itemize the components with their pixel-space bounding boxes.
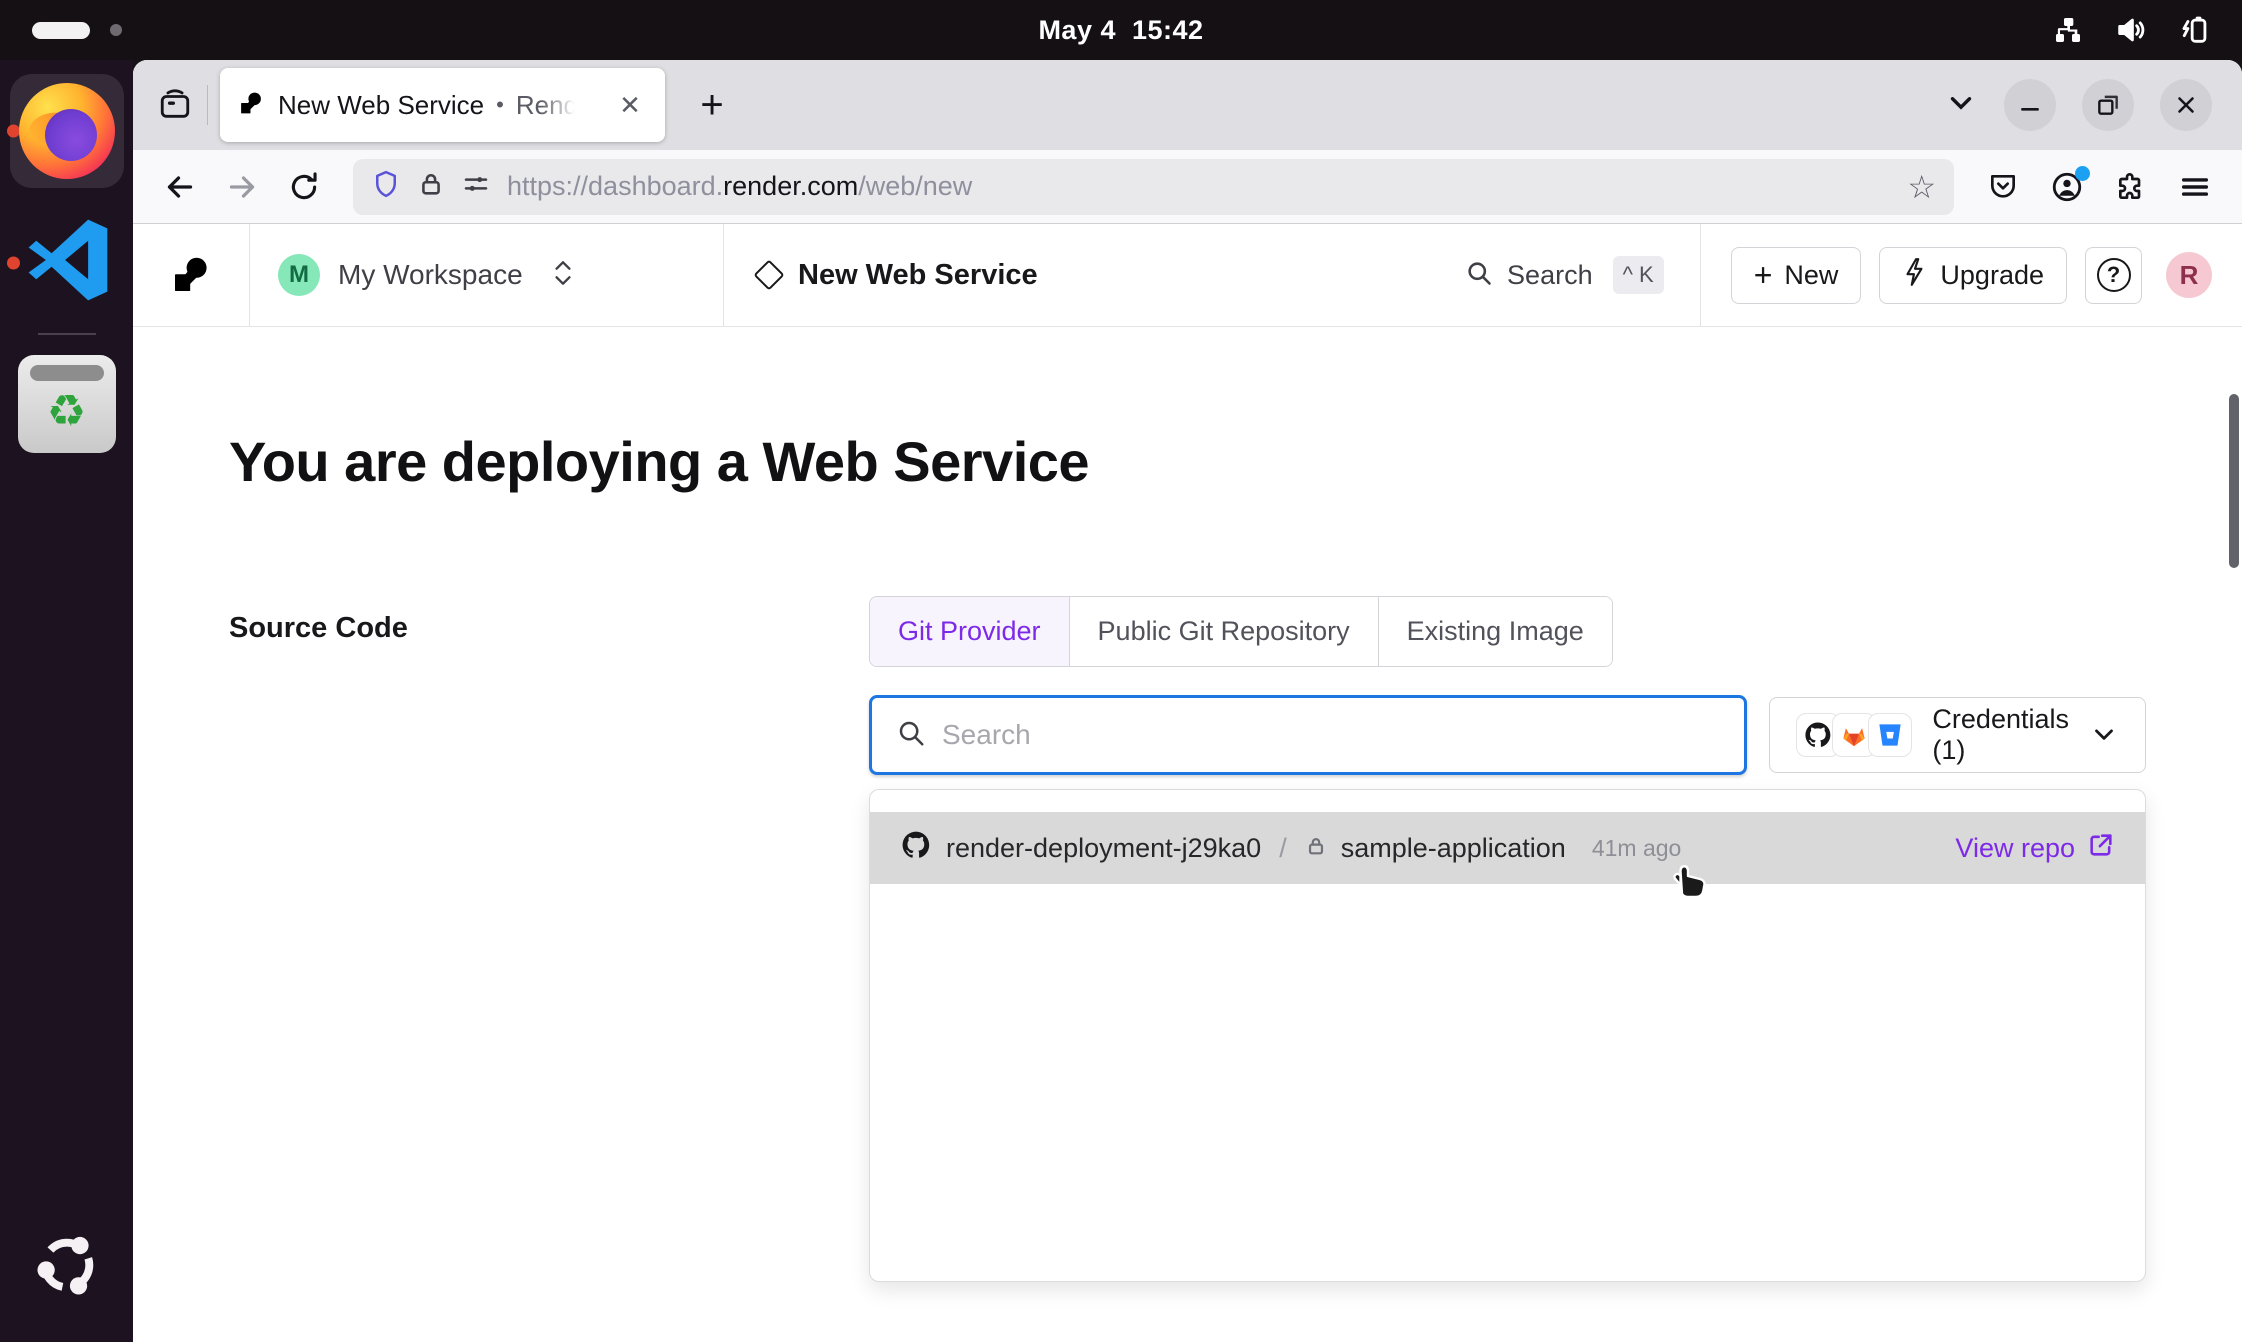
- workspace-avatar: M: [278, 254, 320, 296]
- search-label: Search: [1507, 260, 1593, 291]
- render-app-header: M My Workspace New Web Service Search: [133, 224, 2242, 327]
- active-tab[interactable]: New Web Service • Rend ✕: [220, 68, 665, 142]
- repo-owner: render-deployment-j29ka0: [946, 833, 1261, 864]
- tab-title: New Web Service • Rend: [278, 90, 599, 121]
- system-top-bar: May 4 15:42: [0, 0, 2242, 60]
- menu-hamburger-icon[interactable]: [2168, 160, 2222, 214]
- new-button[interactable]: + New: [1731, 247, 1862, 304]
- repo-separator: /: [1279, 833, 1287, 864]
- window-close-button[interactable]: [2160, 79, 2212, 131]
- tab-git-provider[interactable]: Git Provider: [870, 597, 1070, 666]
- back-button[interactable]: [153, 160, 207, 214]
- chevron-down-icon: [2089, 719, 2119, 752]
- repo-name: sample-application: [1341, 833, 1566, 864]
- tracking-protection-shield-icon[interactable]: [371, 169, 401, 204]
- bookmark-star-icon[interactable]: ☆: [1907, 168, 1936, 206]
- recycle-glyph: ♻: [47, 390, 86, 434]
- source-type-tabs: Git Provider Public Git Repository Exist…: [869, 596, 1613, 667]
- user-avatar[interactable]: R: [2166, 252, 2212, 298]
- external-link-icon: [2087, 831, 2115, 866]
- clock-date: May 4: [1038, 15, 1116, 46]
- render-dashboard-page: M My Workspace New Web Service Search: [133, 224, 2242, 1342]
- tab-favicon-render: [238, 90, 264, 121]
- workspace-indicator[interactable]: [0, 22, 122, 39]
- permissions-icon[interactable]: [461, 169, 491, 204]
- vscode-icon: [19, 212, 115, 313]
- search-shortcut-badge: ^ K: [1613, 256, 1664, 294]
- account-notification-dot: [2075, 166, 2090, 181]
- firefox-view-button[interactable]: [149, 79, 201, 131]
- page-title: New Web Service: [798, 259, 1038, 292]
- view-repo-link[interactable]: View repo: [1955, 831, 2115, 866]
- help-icon: ?: [2097, 258, 2131, 292]
- firefox-active-background: [10, 74, 124, 188]
- list-all-tabs-icon[interactable]: [1944, 86, 1978, 125]
- page-scrollbar-thumb[interactable]: [2229, 394, 2239, 568]
- dock-item-trash[interactable]: ♻: [0, 355, 133, 453]
- dock-divider: [38, 333, 96, 335]
- app-grid-ubuntu-icon[interactable]: [31, 1229, 103, 1306]
- vscode-running-indicator: [7, 256, 20, 269]
- unfold-chevrons-icon: [551, 258, 575, 293]
- bitbucket-icon: [1868, 713, 1912, 757]
- active-workspace-pill[interactable]: [32, 22, 90, 39]
- github-icon: [900, 829, 932, 868]
- system-tray[interactable]: [2052, 13, 2242, 47]
- navigation-toolbar: https://dashboard.render.com/web/new ☆: [133, 150, 2242, 224]
- tab-separator: [207, 85, 208, 125]
- plus-icon: +: [1754, 259, 1773, 291]
- private-repo-lock-icon: [1305, 833, 1327, 864]
- search-icon: [896, 718, 926, 753]
- pocket-icon[interactable]: [1976, 160, 2030, 214]
- tab-close-icon[interactable]: ✕: [613, 88, 647, 122]
- clock[interactable]: May 4 15:42: [1038, 15, 1203, 46]
- search-icon: [1465, 259, 1493, 292]
- source-code-label: Source Code: [229, 596, 869, 1282]
- tab-public-git-repository[interactable]: Public Git Repository: [1070, 597, 1379, 666]
- upgrade-button[interactable]: Upgrade: [1879, 247, 2067, 304]
- url-text: https://dashboard.render.com/web/new: [507, 171, 1891, 202]
- repo-search-input[interactable]: [942, 719, 1720, 751]
- dock-item-vscode[interactable]: [0, 212, 133, 313]
- workspace-name: My Workspace: [338, 259, 523, 291]
- clock-time: 15:42: [1132, 15, 1204, 46]
- tab-strip: New Web Service • Rend ✕ +: [133, 60, 2242, 150]
- tab-existing-image[interactable]: Existing Image: [1379, 597, 1612, 666]
- extensions-puzzle-icon[interactable]: [2104, 160, 2158, 214]
- firefox-window: New Web Service • Rend ✕ +: [133, 60, 2242, 1342]
- repo-search-box: [869, 695, 1747, 775]
- ubuntu-dock: ♻: [0, 60, 133, 1342]
- window-minimize-button[interactable]: [2004, 79, 2056, 131]
- workspace-selector[interactable]: M My Workspace: [250, 224, 724, 326]
- repo-results-panel: render-deployment-j29ka0 / sample-applic…: [869, 789, 2146, 1282]
- volume-icon: [2114, 13, 2148, 47]
- page-title-group: New Web Service: [724, 224, 1072, 326]
- firefox-icon: [19, 83, 115, 179]
- reload-button[interactable]: [277, 160, 331, 214]
- new-tab-button[interactable]: +: [687, 80, 737, 130]
- trash-icon: ♻: [18, 355, 116, 453]
- inactive-workspace-dot[interactable]: [110, 24, 122, 36]
- lightning-bolt-icon: [1902, 257, 1928, 294]
- credentials-dropdown[interactable]: Credentials (1): [1769, 697, 2146, 773]
- deploy-heading: You are deploying a Web Service: [229, 429, 2146, 494]
- repo-row[interactable]: render-deployment-j29ka0 / sample-applic…: [870, 812, 2145, 884]
- forward-button[interactable]: [215, 160, 269, 214]
- mouse-cursor-pointer: [1664, 852, 1712, 905]
- web-service-diamond-icon: [753, 259, 784, 290]
- window-restore-button[interactable]: [2082, 79, 2134, 131]
- battery-charging-icon: [2178, 13, 2212, 47]
- render-logo[interactable]: [133, 224, 250, 326]
- global-search-button[interactable]: Search ^ K: [1429, 224, 1701, 326]
- credentials-label: Credentials (1): [1932, 704, 2069, 766]
- url-bar[interactable]: https://dashboard.render.com/web/new ☆: [353, 159, 1954, 215]
- account-icon[interactable]: [2040, 160, 2094, 214]
- header-actions: + New Upgrade ? R: [1701, 224, 2242, 326]
- dock-item-firefox[interactable]: [0, 74, 133, 188]
- network-icon: [2052, 14, 2084, 46]
- credential-provider-icons: [1796, 713, 1912, 757]
- lock-icon[interactable]: [417, 170, 445, 203]
- help-button[interactable]: ?: [2085, 247, 2142, 304]
